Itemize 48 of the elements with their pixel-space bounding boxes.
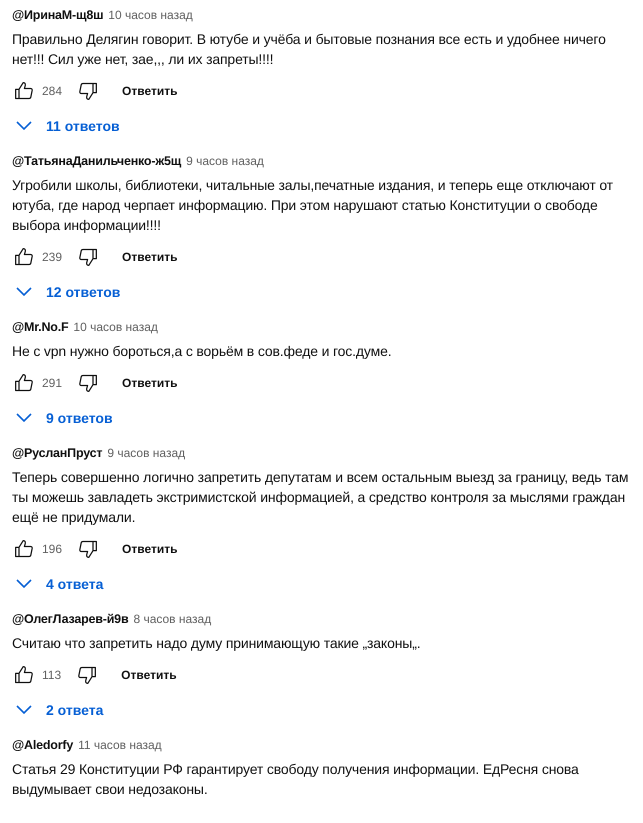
chevron-down-icon	[16, 705, 32, 715]
thumbs-up-icon	[14, 247, 34, 267]
reply-button[interactable]: Ответить	[112, 536, 188, 562]
chevron-down-icon	[16, 287, 32, 297]
show-replies-button[interactable]: 4 ответа	[12, 567, 108, 601]
reply-button[interactable]: Ответить	[112, 244, 188, 270]
thumbs-down-icon	[78, 81, 98, 101]
comment-text: Угробили школы, библиотеки, читальные залы,печатные издания, и теперь еще отключают от ютуба, где народ черпает информацию. При этом нарушают статью Конституции о свободе выбора информации!!!!	[12, 176, 614, 235]
like-count: 113	[42, 668, 62, 682]
like-count: 284	[42, 84, 62, 98]
comment-author[interactable]: @ИринаМ-щ8ш	[12, 8, 104, 22]
reply-button[interactable]: Ответить	[111, 662, 187, 688]
comment-author[interactable]: @ТатьянаДанильченко-ж5щ	[12, 154, 182, 168]
like-count: 291	[42, 376, 62, 390]
comment-text: Не с vpn нужно бороться,а с ворьём в сов.феде и гос.думе.	[12, 342, 392, 361]
thumbs-up-icon	[14, 665, 34, 685]
like-count: 196	[42, 542, 62, 556]
reply-button[interactable]: Ответить	[112, 370, 188, 396]
comment-time: 10 часов назад	[73, 320, 158, 334]
comment-time: 10 часов назад	[108, 8, 193, 22]
thumbs-down-icon	[77, 665, 98, 685]
thumbs-down-icon	[78, 247, 98, 267]
comment-time: 9 часов назад	[186, 154, 264, 168]
show-replies-button[interactable]: 11 ответов	[12, 109, 124, 143]
comment-text: Правильно Делягин говорит. В ютубе и учёба и бытовые познания все есть и удобнее ничего нет!!! Сил уже нет, зае,,, ли их запреты!!!!	[12, 30, 607, 69]
comment-text: Теперь совершенно логично запретить депутатам и всем остальным выезд за границу, ведь там ты можешь завладеть экстримистской информацией, а средство контроля за мыслями граждан ещё не придумали.	[12, 468, 630, 527]
chevron-down-icon	[16, 413, 32, 423]
thumbs-up-icon	[14, 539, 34, 559]
comment-time: 9 часов назад	[107, 446, 186, 460]
like-count: 239	[42, 250, 62, 264]
comment-time: 11 часов назад	[78, 738, 162, 752]
comment-text: Считаю что запретить надо думу принимающую такие „законы„.	[12, 634, 422, 653]
comment-author[interactable]: @ОлегЛазарев-й9в	[12, 612, 128, 626]
comment-time: 8 часов назад	[133, 612, 212, 626]
comment-text: Статья 29 Конституции РФ гарантирует свободу получения информации. ЕдРесня снова выдумывает свои недозаконы.	[12, 760, 580, 799]
thumbs-down-icon	[78, 373, 98, 393]
comment-author[interactable]: @Aledorfy	[12, 738, 74, 752]
show-replies-button[interactable]: 12 ответов	[12, 275, 124, 309]
show-replies-button[interactable]: 2 ответа	[12, 693, 108, 727]
show-replies-button[interactable]: 9 ответов	[12, 401, 117, 435]
chevron-down-icon	[16, 121, 32, 131]
comment-author[interactable]: @Mr.No.F	[12, 320, 68, 334]
thumbs-down-icon	[78, 539, 98, 559]
thumbs-up-icon	[14, 373, 34, 393]
reply-button[interactable]: Ответить	[112, 78, 188, 104]
thumbs-up-icon	[14, 81, 34, 101]
chevron-down-icon	[16, 579, 32, 589]
comment-author[interactable]: @РусланПруст	[12, 446, 102, 460]
